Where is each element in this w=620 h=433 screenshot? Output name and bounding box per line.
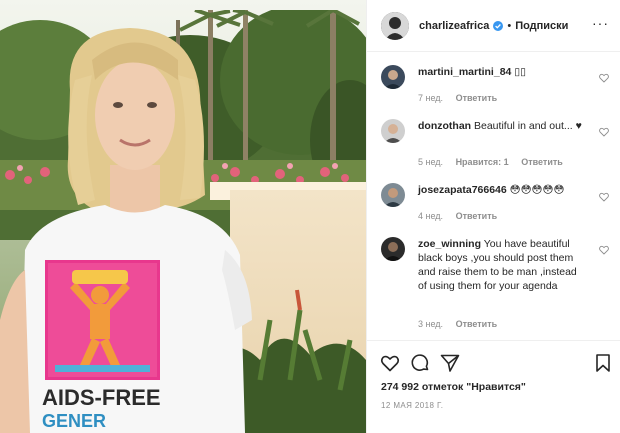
paper-plane-icon[interactable] [440, 353, 460, 373]
ellipsis-icon[interactable]: ··· [592, 16, 609, 30]
comment-meta: 3 нед. Ответить [418, 319, 507, 329]
svg-text:AIDS-FREE: AIDS-FREE [42, 385, 161, 410]
comment-age: 4 нед. [418, 211, 444, 221]
heart-icon[interactable] [380, 353, 400, 373]
reply-button[interactable]: Ответить [456, 319, 498, 329]
heart-icon[interactable] [599, 73, 609, 83]
comment-username[interactable]: josezapata766646 [418, 184, 507, 196]
comment-username[interactable]: donzothan [418, 120, 471, 132]
comment-body: josezapata766646 😳😳😳😳😳 [418, 183, 588, 197]
reply-button[interactable]: Ответить [456, 211, 498, 221]
comment-body: donzothan Beautiful in and out... ♥ [418, 119, 588, 133]
comment-age: 3 нед. [418, 319, 444, 329]
header-separator: • [507, 19, 512, 32]
post-photo[interactable]: AIDS-FREE GENER [0, 0, 366, 433]
post-actions: 274 992 отметок "Нравится" 12 мая 2018 г… [367, 340, 620, 433]
comment-text: 😳😳😳😳😳 [509, 184, 565, 196]
comment-age: 7 нед. [418, 93, 444, 103]
comment-meta: 4 нед. Ответить [418, 211, 507, 221]
comment-username[interactable]: zoe_winning [418, 238, 481, 250]
comment-text: Beautiful in and out... ♥ [474, 120, 582, 132]
comment-body: zoe_winning You have beautiful black boy… [418, 237, 588, 293]
heart-icon[interactable] [599, 127, 609, 137]
verified-badge-icon [493, 20, 504, 31]
instagram-post: AIDS-FREE GENER charlizeafrica • Подписк… [0, 0, 620, 433]
heart-icon[interactable] [599, 192, 609, 202]
bookmark-icon[interactable] [593, 353, 613, 373]
comment-avatar[interactable] [381, 65, 405, 89]
comment-avatar[interactable] [381, 237, 405, 261]
author-username[interactable]: charlizeafrica [419, 20, 489, 32]
follow-button[interactable]: Подписки [515, 20, 568, 32]
reply-button[interactable]: Ответить [521, 157, 563, 167]
comment-icon[interactable] [410, 353, 430, 373]
svg-text:GENER: GENER [42, 411, 106, 431]
post-header: charlizeafrica • Подписки ··· [367, 0, 620, 52]
heart-icon[interactable] [599, 245, 609, 255]
post-date: 12 мая 2018 г. [381, 401, 444, 410]
post-side-panel: charlizeafrica • Подписки ··· martini_ma… [366, 0, 620, 433]
author-avatar[interactable] [381, 11, 409, 40]
comment-age: 5 нед. [418, 157, 444, 167]
reply-button[interactable]: Ответить [456, 93, 498, 103]
comments-list[interactable]: martini_martini_84 ▯▯ 7 нед. Ответить do… [367, 53, 620, 339]
comment-username[interactable]: martini_martini_84 [418, 66, 511, 78]
likes-count[interactable]: 274 992 отметок "Нравится" [381, 381, 526, 393]
comment-body: martini_martini_84 ▯▯ [418, 65, 588, 79]
comment-avatar[interactable] [381, 119, 405, 143]
comment-avatar[interactable] [381, 183, 405, 207]
comment-meta: 5 нед. Нравится: 1 Ответить [418, 157, 573, 167]
comment-likes-count[interactable]: Нравится: 1 [456, 157, 509, 167]
comment-meta: 7 нед. Ответить [418, 93, 507, 103]
photo-person: AIDS-FREE GENER [0, 28, 252, 433]
comment-text: ▯▯ [514, 66, 526, 78]
